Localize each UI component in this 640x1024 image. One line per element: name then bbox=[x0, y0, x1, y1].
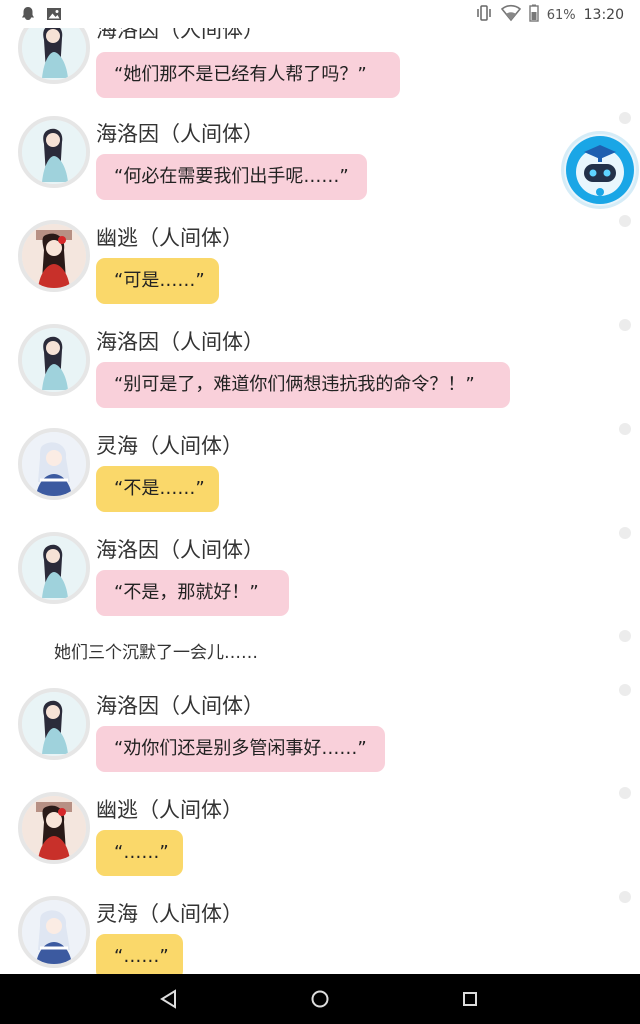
message-bubble[interactable]: “可是……” bbox=[96, 258, 219, 304]
scroll-dot bbox=[619, 319, 631, 331]
robot-assistant-button[interactable] bbox=[564, 134, 636, 206]
robot-icon bbox=[566, 136, 634, 204]
message-bubble[interactable]: “何必在需要我们出手呢……” bbox=[96, 154, 367, 200]
back-button[interactable] bbox=[156, 986, 182, 1012]
status-bar: 61% 13:20 bbox=[0, 0, 640, 28]
youtao-avatar[interactable] bbox=[18, 220, 90, 292]
scroll-dot bbox=[619, 630, 631, 642]
battery-icon bbox=[529, 4, 539, 26]
haeluoyin-avatar[interactable] bbox=[18, 116, 90, 188]
haeluoyin-avatar[interactable] bbox=[18, 532, 90, 604]
linghai-avatar[interactable] bbox=[18, 896, 90, 968]
sender-name: 海洛因（人间体） bbox=[96, 694, 264, 718]
home-button[interactable] bbox=[307, 986, 333, 1012]
triangle-back-icon bbox=[160, 989, 176, 1009]
vibrate-icon bbox=[475, 4, 493, 26]
navigation-bar bbox=[0, 974, 640, 1024]
message-bubble[interactable]: “不是……” bbox=[96, 466, 219, 512]
haeluoyin-avatar[interactable] bbox=[18, 688, 90, 760]
scroll-dot bbox=[619, 423, 631, 435]
scroll-dot bbox=[619, 527, 631, 539]
scroll-dot bbox=[619, 891, 631, 903]
chat-area[interactable]: 海洛因（人间体） “她们那不是已经有人帮了吗？” 海洛因（人间体） “何必在需要… bbox=[0, 0, 640, 974]
haeluoyin-avatar[interactable] bbox=[18, 324, 90, 396]
scroll-dot bbox=[619, 684, 631, 696]
scroll-dot bbox=[619, 215, 631, 227]
sender-name: 灵海（人间体） bbox=[96, 902, 243, 926]
clock: 13:20 bbox=[583, 7, 624, 23]
message-bubble[interactable]: “……” bbox=[96, 934, 183, 974]
linghai-avatar[interactable] bbox=[18, 428, 90, 500]
sender-name: 灵海（人间体） bbox=[96, 434, 243, 458]
image-notification-icon bbox=[46, 6, 62, 26]
wifi-icon bbox=[500, 4, 521, 26]
message-bubble[interactable]: “劝你们还是别多管闲事好……” bbox=[96, 726, 385, 772]
sender-name: 幽逃（人间体） bbox=[96, 798, 243, 822]
sender-name: 海洛因（人间体） bbox=[96, 122, 264, 146]
message-bubble[interactable]: “别可是了，难道你们俩想违抗我的命令？！” bbox=[96, 362, 510, 408]
youtao-avatar[interactable] bbox=[18, 792, 90, 864]
battery-percent: 61% bbox=[546, 7, 576, 23]
sender-name: 海洛因（人间体） bbox=[96, 330, 264, 354]
sender-name: 幽逃（人间体） bbox=[96, 226, 243, 250]
recents-button[interactable] bbox=[457, 986, 483, 1012]
message-bubble[interactable]: “她们那不是已经有人帮了吗？” bbox=[96, 52, 400, 98]
square-recents-icon bbox=[463, 992, 477, 1006]
qq-notification-icon bbox=[20, 6, 36, 26]
scroll-dot bbox=[619, 787, 631, 799]
sender-name: 海洛因（人间体） bbox=[96, 538, 264, 562]
circle-home-icon bbox=[311, 990, 329, 1008]
message-bubble[interactable]: “不是，那就好！” bbox=[96, 570, 289, 616]
scroll-dot bbox=[619, 112, 631, 124]
narration-text: 她们三个沉默了一会儿…… bbox=[54, 643, 258, 663]
message-bubble[interactable]: “……” bbox=[96, 830, 183, 876]
